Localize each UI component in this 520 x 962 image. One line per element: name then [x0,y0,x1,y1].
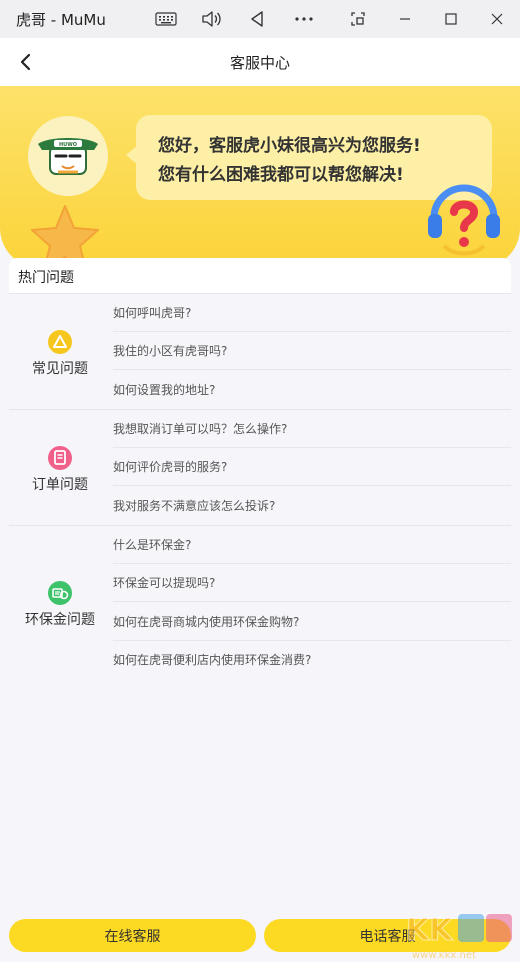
keyboard-icon[interactable] [151,4,181,34]
minimize-icon[interactable] [390,4,420,34]
volume-icon[interactable] [196,4,226,34]
question-item[interactable]: 我想取消订单可以吗？怎么操作? [113,410,511,448]
app-header: 客服中心 [0,38,520,86]
screenshot-icon[interactable] [343,4,373,34]
question-item[interactable]: 我住的小区有虎哥吗? [113,332,511,370]
window-titlebar: 虎哥 - MuMu [0,0,520,38]
back-triangle-icon[interactable] [242,4,272,34]
question-item[interactable]: 如何在虎哥商城内使用环保金购物? [113,603,511,641]
coin-badge-icon [48,581,72,605]
category-label: 常见问题 [32,361,88,377]
window-title: 虎哥 - MuMu [16,11,106,29]
triangle-badge-icon [48,330,72,354]
category-eco-fund[interactable]: 环保金问题 [9,581,111,629]
online-service-button[interactable]: 在线客服 [9,919,256,952]
group-common: 常见问题 如何呼叫虎哥? 我住的小区有虎哥吗? 如何设置我的地址? [9,294,511,409]
kk-watermark-logo: KK www.kkx.net [406,913,512,961]
headset-question-icon [428,184,500,256]
question-item[interactable]: 如何评价虎哥的服务? [113,448,511,486]
close-icon[interactable] [482,4,512,34]
svg-text:www.kkx.net: www.kkx.net [412,950,476,961]
question-item[interactable]: 什么是环保金? [113,526,511,564]
page-title: 客服中心 [229,54,290,72]
service-banner: HUWO 您好，客服虎小妹很高兴为您服务! 您有什么困难我都可以帮您解决! [0,86,520,268]
category-label: 订单问题 [32,477,88,493]
question-item[interactable]: 环保金可以提现吗? [113,564,511,602]
category-order[interactable]: 订单问题 [9,446,111,494]
category-common[interactable]: 常见问题 [9,330,111,378]
category-label: 环保金问题 [25,612,95,628]
group-order: 订单问题 我想取消订单可以吗？怎么操作? 如何评价虎哥的服务? 我对服务不满意应… [9,410,511,525]
question-item[interactable]: 如何呼叫虎哥? [113,294,511,332]
avatar-text: HUWO [59,142,77,148]
svg-text:KK: KK [406,913,454,948]
hot-questions-header: 热门问题 [9,258,511,293]
order-badge-icon [48,446,72,470]
question-item[interactable]: 我对服务不满意应该怎么投诉? [113,487,511,525]
avatar: HUWO [28,116,108,196]
question-item[interactable]: 如何设置我的地址? [113,371,511,409]
more-icon[interactable] [289,4,319,34]
greeting-line-1: 您好，客服虎小妹很高兴为您服务! [158,136,421,156]
greeting-line-2: 您有什么困难我都可以帮您解决! [158,165,404,185]
group-eco-fund: 环保金问题 什么是环保金? 环保金可以提现吗? 如何在虎哥商城内使用环保金购物?… [9,526,511,680]
maximize-icon[interactable] [436,4,466,34]
question-item[interactable]: 如何在虎哥便利店内使用环保金消费? [113,641,511,679]
tiger-mascot-icon: HUWO [38,138,98,175]
hot-questions-title: 热门问题 [18,270,74,286]
